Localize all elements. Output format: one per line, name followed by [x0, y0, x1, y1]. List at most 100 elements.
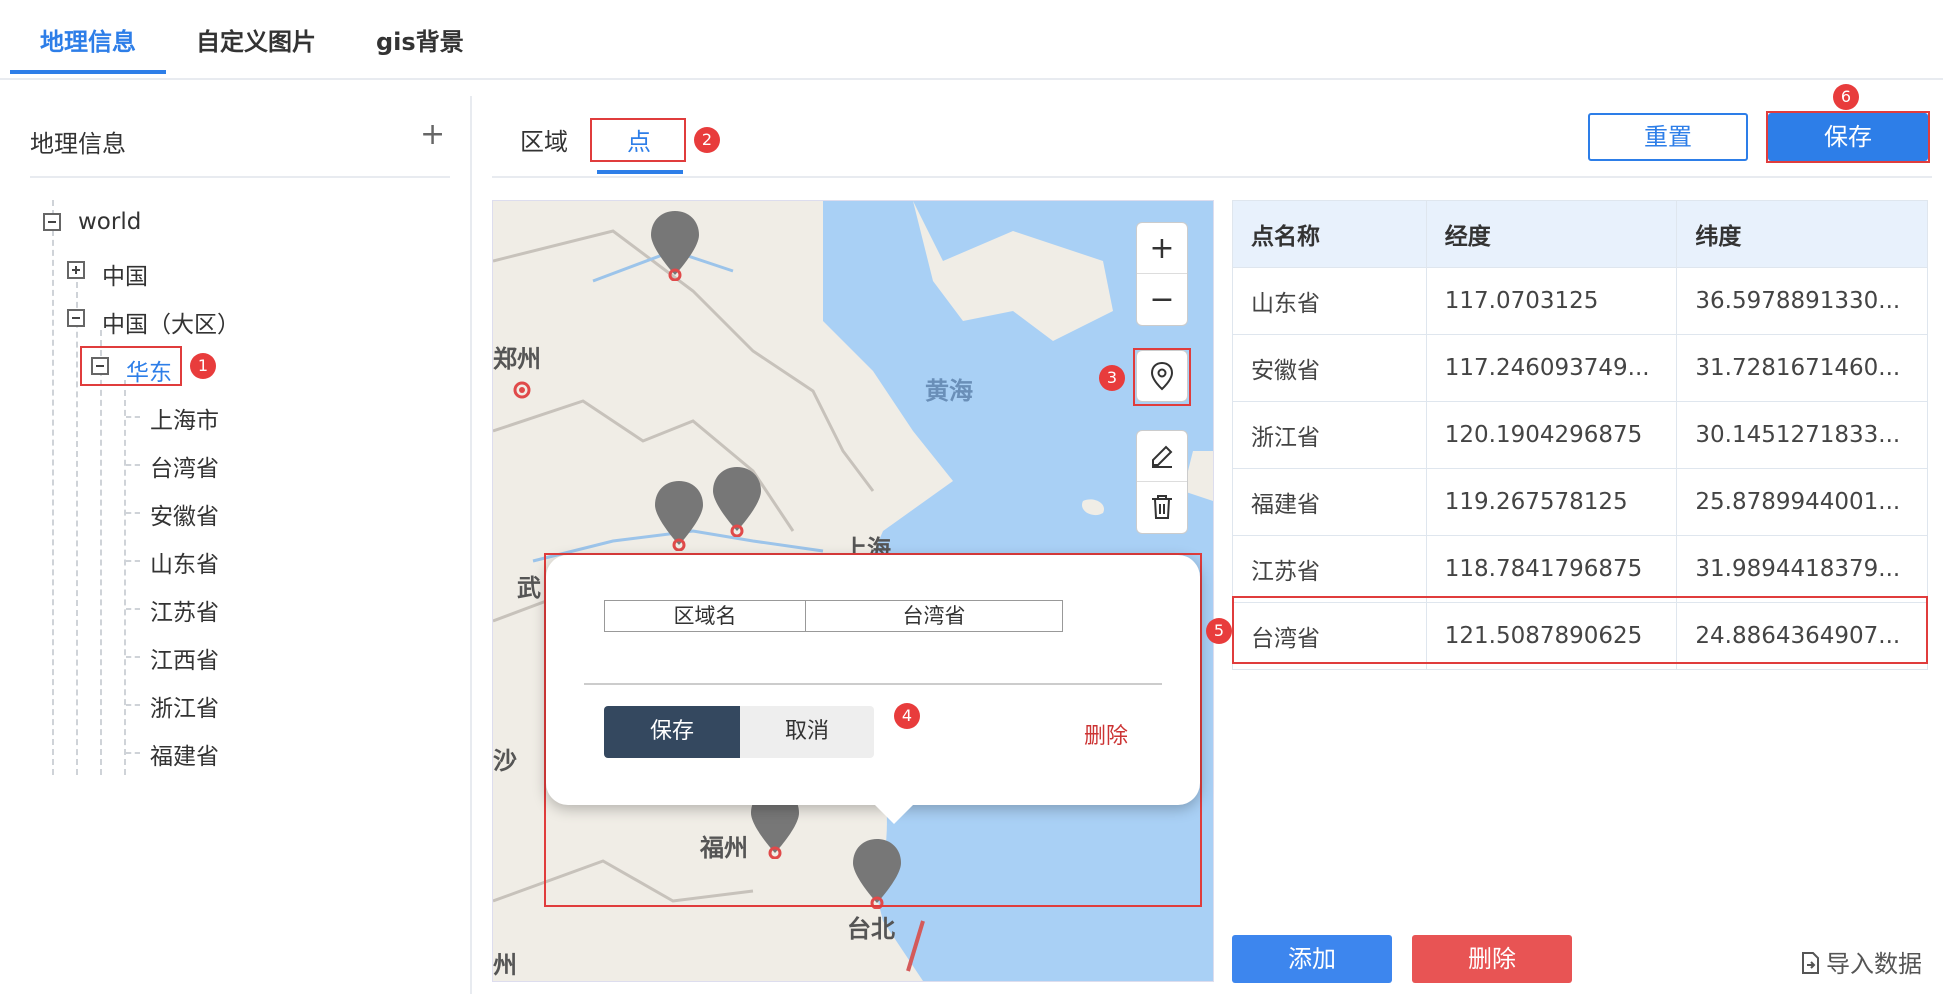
import-data-button[interactable]: 导入数据 — [1798, 944, 1922, 979]
map-label: 黄海 — [925, 377, 973, 405]
tree-node-leaf[interactable]: 江西省 — [150, 641, 219, 675]
edit-tools — [1136, 430, 1188, 534]
tab-geo-info[interactable]: 地理信息 — [40, 22, 136, 57]
tree-node-leaf[interactable]: 浙江省 — [150, 689, 219, 723]
table-cell: 江苏省 — [1232, 535, 1427, 603]
region-name-value[interactable]: 台湾省 — [805, 600, 1063, 632]
tree-branch — [126, 464, 140, 466]
import-label: 导入数据 — [1826, 950, 1922, 978]
tree-guide-line — [100, 330, 102, 775]
zoom-controls: + − — [1136, 222, 1188, 326]
subtab-divider — [492, 176, 1932, 178]
popup-arrow — [870, 800, 918, 824]
region-name-label: 区域名 — [604, 600, 806, 632]
table-cell: 福建省 — [1232, 468, 1427, 536]
tree-node-leaf[interactable]: 山东省 — [150, 545, 219, 579]
step-badge: 6 — [1833, 84, 1859, 110]
top-tab-bar: 地理信息 自定义图片 gis背景 — [0, 0, 1943, 80]
collapse-toggle-world[interactable] — [43, 213, 61, 231]
step-badge: 3 — [1099, 365, 1125, 391]
reset-button[interactable]: 重置 — [1588, 113, 1748, 161]
tree-node-china-region[interactable]: 中国（大区） — [102, 305, 240, 339]
collapse-toggle-east-china[interactable] — [91, 357, 109, 375]
map-label: 台北 — [847, 915, 895, 943]
table-cell: 25.8789944001... — [1676, 468, 1928, 536]
step-badge: 1 — [190, 353, 216, 379]
table-row[interactable]: 山东省 117.0703125 36.5978891330... — [1232, 267, 1928, 335]
step-badge: 2 — [694, 127, 720, 153]
tree-guide-line — [124, 380, 126, 775]
tree-node-leaf[interactable]: 安徽省 — [150, 497, 219, 531]
map-label: 武 — [517, 574, 541, 602]
map-label: 郑州 — [493, 345, 541, 373]
tree-branch — [126, 608, 140, 610]
city-marker-icon — [513, 381, 531, 399]
column-header: 纬度 — [1676, 200, 1928, 268]
table-cell: 117.246093749... — [1425, 334, 1678, 402]
table-cell: 119.267578125 — [1425, 468, 1678, 536]
tab-point[interactable]: 点 — [627, 122, 651, 157]
tree-node-leaf[interactable]: 福建省 — [150, 737, 219, 771]
table-cell: 31.7281671460... — [1676, 334, 1928, 402]
table-row[interactable]: 浙江省 120.1904296875 30.1451271833... — [1232, 401, 1928, 469]
map-pin-icon[interactable] — [649, 209, 701, 281]
column-header: 点名称 — [1232, 200, 1427, 268]
tree-node-leaf[interactable]: 江苏省 — [150, 593, 219, 627]
table-cell: 安徽省 — [1232, 334, 1427, 402]
tree-branch — [126, 512, 140, 514]
tree-branch — [126, 752, 140, 754]
annotation-box — [1232, 596, 1928, 664]
tab-region[interactable]: 区域 — [520, 122, 568, 157]
left-panel-title: 地理信息 — [30, 130, 126, 158]
table-cell: 118.7841796875 — [1425, 535, 1678, 603]
minus-icon[interactable]: − — [1137, 273, 1187, 324]
step-badge: 5 — [1206, 618, 1232, 644]
table-cell: 120.1904296875 — [1425, 401, 1678, 469]
tab-gis-background[interactable]: gis背景 — [376, 22, 464, 57]
annotation-box — [1133, 348, 1191, 406]
left-panel — [0, 96, 472, 994]
pencil-icon[interactable] — [1137, 431, 1187, 481]
table-header-row: 点名称 经度 纬度 — [1232, 200, 1928, 268]
popup-save-button[interactable]: 保存 — [604, 706, 740, 758]
table-row[interactable]: 安徽省 117.246093749... 31.7281671460... — [1232, 334, 1928, 402]
delete-button[interactable]: 删除 — [1412, 935, 1572, 983]
collapse-toggle-china-region[interactable] — [67, 309, 85, 327]
popup-divider — [584, 683, 1162, 685]
left-divider — [30, 176, 450, 178]
tree-node-china[interactable]: 中国 — [102, 257, 148, 291]
tree-node-leaf[interactable]: 上海市 — [150, 401, 219, 435]
plus-icon[interactable]: + — [420, 120, 445, 150]
table-cell: 山东省 — [1232, 267, 1427, 335]
tree-node-leaf[interactable]: 台湾省 — [150, 449, 219, 483]
point-edit-popup — [546, 555, 1200, 805]
map-label: 沙 — [493, 747, 517, 775]
table-row[interactable]: 江苏省 118.7841796875 31.9894418379... — [1232, 535, 1928, 603]
map-pin-icon[interactable] — [653, 479, 705, 551]
expand-toggle-china[interactable] — [67, 261, 85, 279]
active-tab-indicator — [10, 70, 166, 74]
trash-icon[interactable] — [1137, 481, 1187, 532]
table-cell: 浙江省 — [1232, 401, 1427, 469]
table-cell: 36.5978891330... — [1676, 267, 1928, 335]
table-cell: 31.9894418379... — [1676, 535, 1928, 603]
tab-custom-image[interactable]: 自定义图片 — [196, 22, 316, 57]
table-cell: 117.0703125 — [1425, 267, 1678, 335]
active-subtab-indicator — [597, 170, 683, 174]
tree-branch — [126, 656, 140, 658]
map-label: 州 — [493, 951, 517, 979]
tree-guide-line — [76, 282, 78, 775]
tree-guide-line — [52, 200, 54, 775]
plus-icon[interactable]: + — [1137, 223, 1187, 273]
add-button[interactable]: 添加 — [1232, 935, 1392, 983]
tree-node-east-china[interactable]: 华东 — [126, 353, 172, 387]
map-pin-icon[interactable] — [711, 465, 763, 537]
import-icon — [1802, 952, 1819, 974]
tree-branch — [126, 560, 140, 562]
annotation-box — [1766, 111, 1930, 163]
popup-delete-link[interactable]: 删除 — [1084, 718, 1128, 750]
table-cell: 30.1451271833... — [1676, 401, 1928, 469]
table-row[interactable]: 福建省 119.267578125 25.8789944001... — [1232, 468, 1928, 536]
popup-cancel-button[interactable]: 取消 — [740, 706, 874, 758]
tree-node-world[interactable]: world — [78, 209, 141, 235]
